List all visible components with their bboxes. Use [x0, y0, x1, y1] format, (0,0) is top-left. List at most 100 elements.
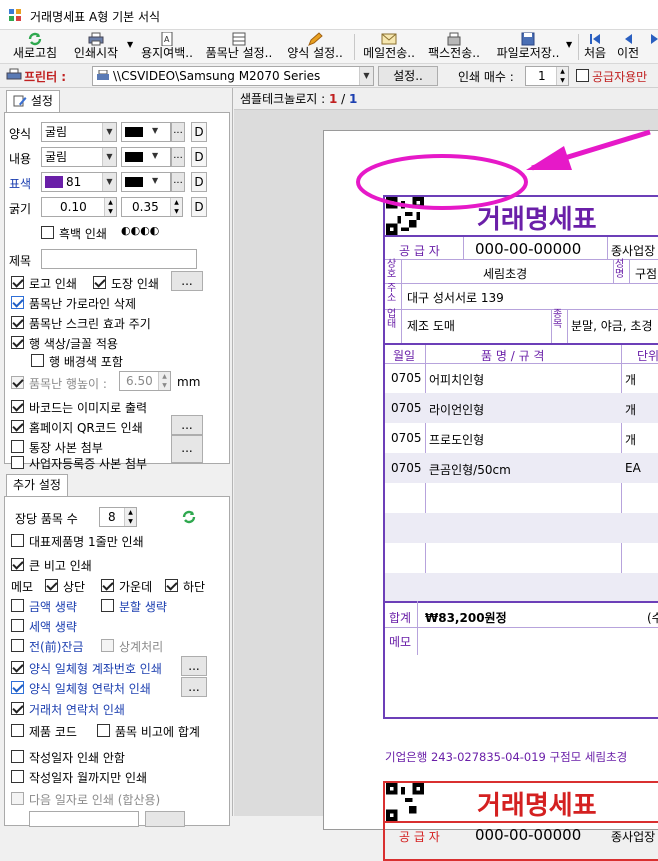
next-date-button[interactable] — [145, 811, 185, 827]
content-color-picker[interactable]: ▼ — [121, 147, 171, 167]
content-color-more-button[interactable]: ... — [171, 147, 185, 167]
table-color-default-button[interactable]: D — [191, 172, 207, 192]
memo-top-checkbox[interactable] — [45, 579, 58, 592]
title-input[interactable] — [41, 249, 197, 269]
tab-extra-settings[interactable]: 추가 설정 — [6, 474, 68, 496]
items-per-page-stepper[interactable]: 8 ▲ ▼ — [99, 507, 137, 527]
account-more-button[interactable]: ... — [181, 656, 207, 676]
omit-amount-checkbox[interactable] — [11, 599, 24, 612]
client-contact-checkbox[interactable] — [11, 702, 24, 715]
row-height-checkbox[interactable] — [11, 376, 24, 389]
bw-print-label: 흑백 인쇄 — [59, 227, 107, 241]
items-per-page-label: 장당 품목 수 — [15, 512, 78, 526]
next-date-input[interactable] — [29, 811, 139, 827]
contact-more-button[interactable]: ... — [181, 677, 207, 697]
thickness-default-button[interactable]: D — [191, 197, 207, 217]
bankbook-copy-checkbox[interactable] — [11, 440, 24, 453]
save-file-button[interactable]: 파일로저장.. — [488, 30, 568, 64]
fax-icon — [447, 32, 461, 46]
supplier-only-checkbox[interactable] — [576, 69, 589, 82]
printer-settings-button[interactable]: 설정.. — [378, 66, 438, 86]
table-color-picker[interactable]: ▼ — [121, 172, 171, 192]
omit-tax-checkbox[interactable] — [11, 619, 24, 632]
refresh-icon[interactable] — [181, 509, 197, 525]
qr-more-button[interactable]: ... — [171, 415, 203, 435]
copies-label: 인쇄 매수 : — [458, 70, 514, 84]
item-settings-button[interactable]: 품목난 설정.. — [200, 30, 278, 64]
settings-group: 양식 굴림 ▼ ▼ ... D 내용 굴림 ▼ ▼ ... D 표색 81 ▼ ▼ .… — [4, 112, 230, 471]
rep-item-checkbox[interactable] — [11, 534, 24, 547]
memo-label: 메모 — [11, 580, 34, 594]
split-omit-checkbox[interactable] — [101, 599, 114, 612]
no-write-date-checkbox[interactable] — [11, 750, 24, 763]
item-remarks-total-checkbox[interactable] — [97, 724, 110, 737]
table-color-select[interactable]: 81 ▼ — [41, 172, 117, 192]
style-settings-button[interactable]: 양식 설정.. — [280, 30, 350, 64]
row-color-font-checkbox[interactable] — [11, 336, 24, 349]
first-page-button[interactable]: 처음 — [580, 30, 610, 64]
window-title: 거래명세표 A형 기본 서식 — [30, 10, 161, 24]
tab-settings[interactable]: 설정 — [6, 90, 60, 112]
include-row-bg-checkbox[interactable] — [31, 354, 44, 367]
refresh-button[interactable]: 새로고침 — [6, 30, 64, 64]
remove-hlines-checkbox[interactable] — [11, 296, 24, 309]
send-mail-button[interactable]: 메일전송.. — [358, 30, 420, 64]
table-color-label: 표색 — [9, 177, 32, 191]
style-color-picker[interactable]: ▼ — [121, 122, 171, 142]
stamp-print-checkbox[interactable] — [93, 276, 106, 289]
screen-effect-checkbox[interactable] — [11, 316, 24, 329]
style-account-checkbox[interactable] — [11, 661, 24, 674]
send-fax-button[interactable]: 팩스전송.. — [422, 30, 486, 64]
prev-page-button[interactable]: 이전 — [612, 30, 644, 64]
print-dropdown-arrow[interactable]: ▼ — [127, 40, 133, 49]
address: 대구 성서서로 139 — [407, 291, 504, 305]
write-date-month-checkbox[interactable] — [11, 770, 24, 783]
next-page-button[interactable] — [646, 30, 658, 64]
bw-print-checkbox[interactable] — [41, 226, 54, 239]
printer-label: 프린터 : — [24, 70, 67, 84]
refresh-icon — [28, 32, 42, 46]
page-current: 1 — [328, 92, 338, 106]
printer-select[interactable]: \\CSVIDEO\Samsung M2070 Series ▼ — [92, 66, 374, 86]
chevron-down-icon: ▼ — [359, 67, 373, 85]
invoice-2: 거래명세표 공 급 자 000-00-00000 종사업장 — [383, 781, 658, 861]
content-label: 내용 — [9, 152, 32, 166]
memo-middle-checkbox[interactable] — [101, 579, 114, 592]
product-code-checkbox[interactable] — [11, 724, 24, 737]
preview-header: 샘플테크놀로지 : 1 / 1 — [234, 88, 658, 110]
barcode-image-checkbox[interactable] — [11, 400, 24, 413]
grid-app-icon — [9, 9, 21, 21]
thickness-1-stepper[interactable]: 0.10 ▲ ▼ — [41, 197, 117, 217]
table-color-more-button[interactable]: ... — [171, 172, 185, 192]
content-font-select[interactable]: 굴림 ▼ — [41, 147, 117, 167]
print-preview: 샘플테크놀로지 : 1 / 1 거래명세표 공 급 자 000-00-00000… — [234, 88, 658, 861]
page-margin-icon: A — [161, 32, 173, 46]
business-reg-checkbox[interactable] — [11, 456, 24, 469]
highlight-annotation — [356, 129, 651, 210]
memo-bottom-checkbox[interactable] — [165, 579, 178, 592]
copies-stepper[interactable]: 1 ▲ ▼ — [525, 66, 569, 86]
offset-process-checkbox[interactable] — [101, 639, 114, 652]
page-margin-button[interactable]: A 용지여백.. — [136, 30, 198, 64]
homepage-qr-checkbox[interactable] — [11, 420, 24, 433]
title-bar: 거래명세표 A형 기본 서식 — [0, 0, 658, 30]
prev-page-icon — [625, 34, 632, 44]
logo-print-checkbox[interactable] — [11, 276, 24, 289]
next-date-checkbox[interactable] — [11, 792, 24, 805]
print-start-button[interactable]: 인쇄시작 — [66, 30, 126, 64]
style-contact-checkbox[interactable] — [11, 681, 24, 694]
prev-balance-checkbox[interactable] — [11, 639, 24, 652]
thickness-2-stepper[interactable]: 0.35 ▲ ▼ — [121, 197, 183, 217]
extra-settings-group: 장당 품목 수 8 ▲ ▼ 대표제품명 1줄만 인쇄 큰 비고 인쇄 메모 상단 가… — [4, 496, 230, 827]
style-font-select[interactable]: 굴림 ▼ — [41, 122, 117, 142]
stepper-arrows-icon[interactable]: ▲ ▼ — [556, 67, 568, 85]
stamp-more-button[interactable]: ... — [171, 271, 203, 291]
save-dropdown-arrow[interactable]: ▼ — [566, 40, 572, 49]
big-remarks-checkbox[interactable] — [11, 558, 24, 571]
row-height-stepper[interactable]: 6.50 ▲ ▼ — [119, 371, 171, 391]
style-color-more-button[interactable]: ... — [171, 122, 185, 142]
content-default-button[interactable]: D — [191, 147, 207, 167]
attach-more-button[interactable]: ... — [171, 435, 203, 463]
style-default-button[interactable]: D — [191, 122, 207, 142]
page-total: 1 — [349, 92, 358, 106]
